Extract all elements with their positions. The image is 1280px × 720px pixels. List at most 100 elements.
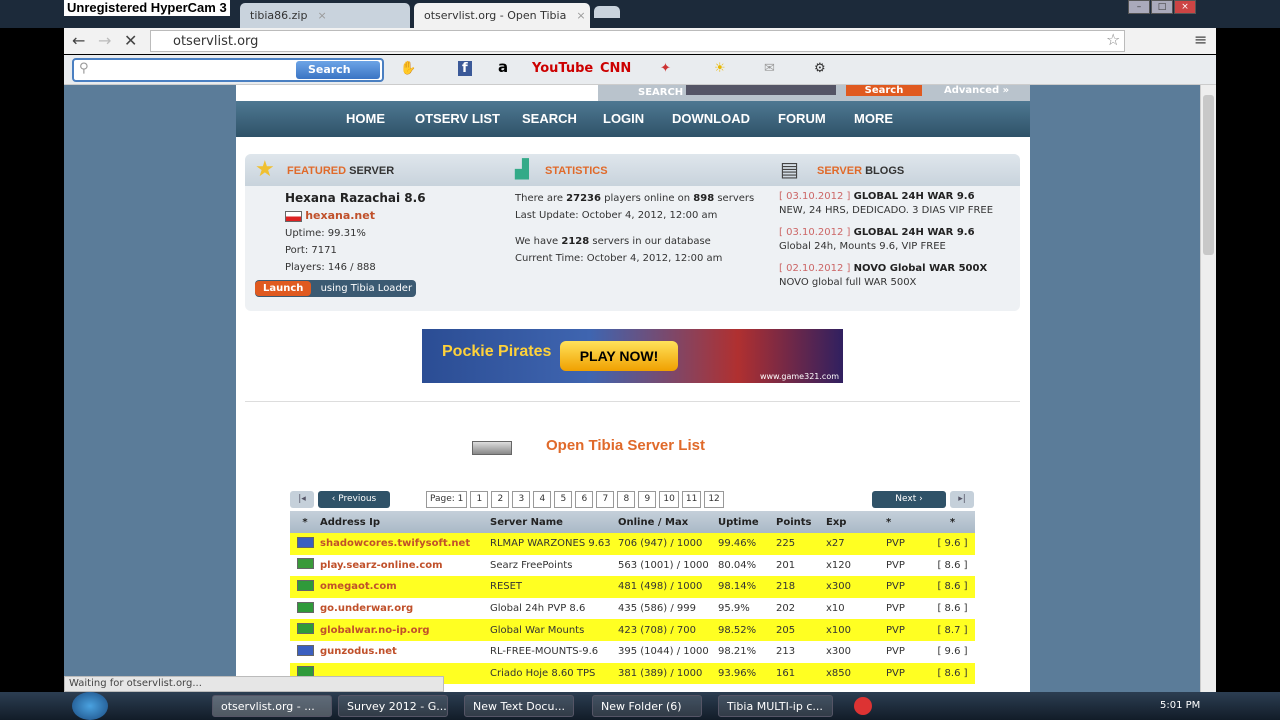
stop-icon[interactable]: ✕ (124, 31, 137, 50)
menu-login[interactable]: LOGIN (603, 101, 672, 137)
page-link[interactable]: 2 (491, 491, 510, 508)
column-header[interactable]: Points (776, 517, 826, 528)
cell-addr[interactable]: globalwar.no-ip.org (320, 625, 490, 636)
tab-otservlist[interactable]: otservlist.org - Open Tibia × (414, 3, 590, 28)
launch-tibia-loader-button[interactable]: Launch using Tibia Loader (255, 280, 416, 297)
tab-tibia86[interactable]: tibia86.zip × (240, 3, 410, 28)
column-header[interactable]: Online / Max (618, 517, 718, 528)
start-button[interactable] (72, 692, 108, 720)
site-search-input[interactable] (686, 85, 836, 95)
site-search-bar: SEARCH Search Advanced » (598, 85, 1030, 101)
column-header[interactable]: * (290, 517, 320, 528)
taskbar-item[interactable]: Tibia MULTI-ip c... (718, 695, 833, 717)
page-link[interactable]: 12 (704, 491, 724, 508)
close-window-button[interactable]: × (1174, 0, 1196, 14)
page-link[interactable]: 4 (533, 491, 552, 508)
page-link[interactable]: 11 (681, 491, 702, 508)
taskbar-item[interactable]: New Text Docu... (464, 695, 574, 717)
cell-points: 202 (776, 603, 796, 615)
forward-icon[interactable]: → (98, 31, 111, 50)
info-boxes: ★ FEATURED SERVER ▟ STATISTICS ▤ SERVER … (245, 154, 1020, 311)
taskbar-item[interactable]: otservlist.org - ... (212, 695, 332, 717)
maximize-button[interactable]: □ (1151, 0, 1173, 14)
ad-banner[interactable]: Pockie Pirates PLAY NOW! www.game321.com (422, 329, 843, 383)
page-link[interactable]: 1 (470, 491, 489, 508)
amazon-icon[interactable]: a (498, 58, 508, 76)
table-row[interactable]: globalwar.no-ip.org Global War Mounts 423 … (290, 619, 975, 641)
site-search-button[interactable]: Search (846, 85, 922, 96)
page-link[interactable]: 7 (596, 491, 615, 508)
minimize-button[interactable]: – (1128, 0, 1150, 14)
vertical-scrollbar[interactable] (1200, 85, 1216, 692)
close-icon[interactable]: × (317, 9, 326, 22)
new-tab-button[interactable] (594, 6, 620, 18)
toolbar-search-button[interactable]: Search (296, 61, 380, 79)
menu-forum[interactable]: FORUM (778, 101, 854, 137)
table-row[interactable]: omegaot.com RESET 481 (498) / 1000 98.14% 21… (290, 576, 975, 598)
next-page-button[interactable]: Next › (872, 491, 946, 508)
bookmark-star-icon[interactable]: ☆ (1106, 30, 1120, 49)
cnn-icon[interactable]: CNN (600, 61, 631, 76)
featured-server-host[interactable]: hexana.net (285, 207, 426, 225)
toolbar-search-input[interactable]: ⚲ Search (72, 58, 384, 82)
page-link[interactable]: 9 (638, 491, 657, 508)
table-row[interactable]: gunzodus.net RL-FREE-MOUNTS-9.6 395 (1044)… (290, 640, 975, 663)
cell-ver: [ 9.6 ] (937, 538, 968, 550)
table-row[interactable]: shadowcores.twifysoft.net RLMAP WARZONES … (290, 533, 975, 555)
column-header[interactable]: * (886, 517, 930, 528)
column-header[interactable]: * (930, 517, 975, 528)
cell-addr[interactable]: shadowcores.twifysoft.net (320, 538, 490, 549)
cell-addr[interactable]: omegaot.com (320, 581, 490, 592)
column-header[interactable]: Server Name (490, 517, 618, 528)
previous-page-button[interactable]: ‹ Previous (318, 491, 390, 508)
weather-icon[interactable]: ☀ (714, 61, 726, 76)
ask-mitt-icon[interactable]: ✋ (400, 61, 416, 76)
close-icon[interactable]: × (576, 9, 585, 22)
cell-uptime: 93.96% (718, 667, 757, 679)
taskbar-item[interactable]: New Folder (6) (592, 695, 702, 717)
menu-home[interactable]: HOME (346, 101, 415, 137)
blog-item[interactable]: [ 03.10.2012 ] GLOBAL 24H WAR 9.6 Global … (779, 226, 993, 254)
blog-item[interactable]: [ 02.10.2012 ] NOVO Global WAR 500X NOVO … (779, 262, 993, 290)
game-icon[interactable]: ✦ (660, 61, 671, 76)
cell-ver: [ 8.6 ] (937, 603, 968, 615)
menu-download[interactable]: DOWNLOAD (672, 101, 778, 137)
column-header[interactable]: Address Ip (320, 517, 490, 528)
page-link[interactable]: 10 (659, 491, 679, 508)
column-header[interactable]: Exp (826, 517, 886, 528)
page-link[interactable]: 6 (575, 491, 594, 508)
cell-addr[interactable]: play.searz-online.com (320, 560, 490, 571)
scrollbar-thumb[interactable] (1203, 95, 1214, 255)
taskbar: otservlist.org - ... Survey 2012 - G... … (0, 692, 1280, 720)
cell-addr[interactable]: go.underwar.org (320, 603, 490, 614)
last-page-button[interactable]: ▸| (950, 491, 974, 508)
menu-more[interactable]: MORE (854, 101, 893, 137)
page-link[interactable]: 8 (617, 491, 636, 508)
url-input[interactable]: otservlist.org (150, 30, 1125, 52)
poland-flag-icon (285, 210, 302, 222)
table-row[interactable]: play.searz-online.com Searz FreePoints 563… (290, 554, 975, 577)
record-pause-icon[interactable] (854, 697, 872, 715)
cell-type: PVP (886, 581, 905, 593)
page-link[interactable]: 3 (512, 491, 531, 508)
mail-icon[interactable]: ✉ (764, 61, 775, 76)
server-icon (472, 441, 512, 455)
advanced-search-link[interactable]: Advanced » (944, 85, 1009, 96)
blog-item[interactable]: [ 03.10.2012 ] GLOBAL 24H WAR 9.6 NEW, 24… (779, 190, 993, 218)
facebook-icon[interactable]: f (458, 61, 472, 76)
taskbar-item[interactable]: Survey 2012 - G... (338, 695, 448, 717)
first-page-button[interactable]: |◂ (290, 491, 314, 508)
cell-addr[interactable]: gunzodus.net (320, 646, 490, 657)
table-row[interactable]: go.underwar.org Global 24h PVP 8.6 435 (58… (290, 597, 975, 620)
play-now-button[interactable]: PLAY NOW! (560, 341, 678, 371)
menu-otserv-list[interactable]: OTSERV LIST (415, 101, 522, 137)
page-link[interactable]: 5 (554, 491, 573, 508)
menu-search[interactable]: SEARCH (522, 101, 603, 137)
youtube-icon[interactable]: YouTube (532, 61, 593, 76)
site-search-label: SEARCH (638, 87, 684, 98)
notifications-icon[interactable]: ⚙ (814, 61, 826, 76)
back-icon[interactable]: ← (72, 31, 85, 50)
cell-name: RESET (490, 581, 523, 593)
menu-icon[interactable]: ≡ (1194, 30, 1207, 49)
column-header[interactable]: Uptime (718, 517, 776, 528)
